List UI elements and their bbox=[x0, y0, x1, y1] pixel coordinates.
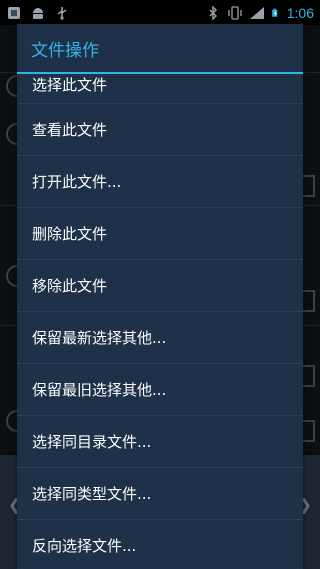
menu-item-select-this-file[interactable]: 选择此文件 bbox=[17, 74, 303, 104]
menu-item-keep-newest[interactable]: 保留最新选择其他... bbox=[17, 312, 303, 364]
menu-item-remove-this-file[interactable]: 移除此文件 bbox=[17, 260, 303, 312]
bluetooth-icon bbox=[209, 5, 217, 20]
background-checkbox-icon bbox=[301, 290, 315, 312]
menu-item-view-this-file[interactable]: 查看此文件 bbox=[17, 104, 303, 156]
app-notification-icon bbox=[8, 6, 20, 19]
menu-item-invert-selection[interactable]: 反向选择文件... bbox=[17, 520, 303, 569]
status-bar: 1:06 bbox=[0, 0, 320, 25]
background-checkbox-icon bbox=[301, 365, 315, 387]
menu-item-open-this-file[interactable]: 打开此文件... bbox=[17, 156, 303, 208]
usb-icon bbox=[57, 6, 67, 20]
clock: 1:06 bbox=[286, 4, 314, 21]
android-icon bbox=[33, 7, 43, 19]
menu-list: 选择此文件 查看此文件 打开此文件... 删除此文件 移除此文件 保留最新选择其… bbox=[17, 74, 303, 569]
file-operations-dialog: 文件操作 选择此文件 查看此文件 打开此文件... 删除此文件 移除此文件 保留… bbox=[17, 24, 303, 569]
battery-icon bbox=[272, 8, 277, 17]
background-checkbox-icon bbox=[301, 175, 315, 197]
menu-item-keep-oldest[interactable]: 保留最旧选择其他... bbox=[17, 364, 303, 416]
menu-item-delete-this-file[interactable]: 删除此文件 bbox=[17, 208, 303, 260]
signal-icon bbox=[249, 6, 264, 19]
vibrate-icon bbox=[228, 5, 242, 20]
menu-item-select-same-type[interactable]: 选择同类型文件... bbox=[17, 468, 303, 520]
dialog-title: 文件操作 bbox=[31, 40, 99, 61]
background-checkbox-icon bbox=[301, 420, 315, 442]
menu-item-select-same-dir[interactable]: 选择同目录文件... bbox=[17, 416, 303, 468]
